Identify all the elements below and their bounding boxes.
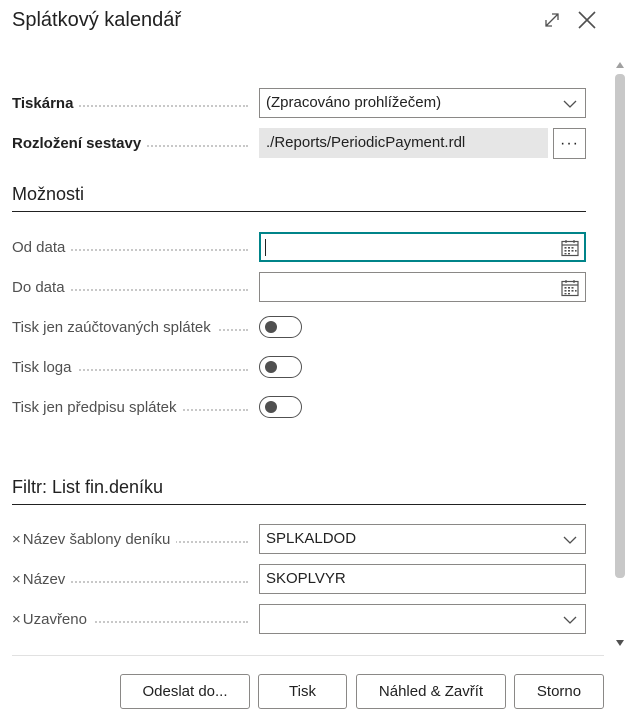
expand-icon[interactable] bbox=[540, 8, 564, 32]
options-section-title: Možnosti bbox=[12, 184, 85, 204]
to-date-row: Do data bbox=[12, 272, 586, 304]
closed-select[interactable] bbox=[259, 604, 586, 634]
print-posted-toggle[interactable] bbox=[259, 316, 302, 338]
to-date-label: Do data bbox=[12, 272, 71, 304]
name-row: × Název SKOPLVYR bbox=[12, 564, 586, 596]
from-date-label: Od data bbox=[12, 232, 72, 264]
print-posted-row: Tisk jen zaúčtovaných splátek bbox=[12, 312, 586, 344]
print-prescription-label: Tisk jen předpisu splátek bbox=[12, 392, 183, 424]
layout-assist-button[interactable]: ··· bbox=[553, 128, 586, 159]
section-divider bbox=[12, 504, 586, 505]
scroll-up-icon[interactable] bbox=[615, 60, 625, 70]
cancel-button[interactable]: Storno bbox=[514, 674, 604, 709]
dialog-title: Splátkový kalendář bbox=[12, 9, 181, 31]
closed-row: × Uzavřeno bbox=[12, 604, 586, 636]
template-name-value: SPLKALDOD bbox=[266, 530, 357, 547]
filter-section-title: Filtr: List fin.deníku bbox=[12, 477, 164, 497]
layout-label: Rozložení sestavy bbox=[12, 128, 148, 160]
remove-filter-icon[interactable]: × bbox=[12, 611, 21, 628]
printer-row: Tiskárna (Zpracováno prohlížečem) bbox=[12, 88, 586, 120]
close-icon[interactable] bbox=[575, 8, 599, 32]
printer-value: (Zpracováno prohlížečem) bbox=[266, 94, 442, 111]
print-posted-label: Tisk jen zaúčtovaných splátek bbox=[12, 312, 217, 344]
chevron-down-icon bbox=[563, 536, 577, 544]
name-input[interactable]: SKOPLVYR bbox=[259, 564, 586, 594]
remove-filter-icon[interactable]: × bbox=[12, 571, 21, 588]
preview-close-button[interactable]: Náhled & Zavřít bbox=[356, 674, 506, 709]
calendar-icon[interactable] bbox=[561, 239, 579, 257]
print-logo-row: Tisk loga bbox=[12, 352, 586, 384]
closed-label: × Uzavřeno bbox=[12, 604, 93, 636]
to-date-input[interactable] bbox=[259, 272, 586, 302]
toggle-knob bbox=[265, 361, 277, 373]
dialog-content: Tiskárna (Zpracováno prohlížečem) Rozlož… bbox=[0, 56, 608, 654]
printer-select[interactable]: (Zpracováno prohlížečem) bbox=[259, 88, 586, 118]
name-value: SKOPLVYR bbox=[266, 570, 346, 587]
calendar-icon[interactable] bbox=[561, 279, 579, 297]
text-caret bbox=[265, 239, 266, 256]
print-button[interactable]: Tisk bbox=[258, 674, 347, 709]
layout-value: ./Reports/PeriodicPayment.rdl bbox=[266, 134, 466, 151]
from-date-row: Od data bbox=[12, 232, 586, 264]
scroll-down-icon[interactable] bbox=[615, 638, 625, 648]
name-label: × Název bbox=[12, 564, 72, 596]
section-divider bbox=[12, 211, 586, 212]
print-logo-toggle[interactable] bbox=[259, 356, 302, 378]
remove-filter-icon[interactable]: × bbox=[12, 531, 21, 548]
from-date-input[interactable] bbox=[259, 232, 586, 262]
footer-divider bbox=[12, 655, 604, 656]
printer-label: Tiskárna bbox=[12, 88, 80, 120]
print-prescription-toggle[interactable] bbox=[259, 396, 302, 418]
scroll-thumb[interactable] bbox=[615, 74, 625, 578]
print-logo-label: Tisk loga bbox=[12, 352, 78, 384]
vertical-scrollbar[interactable] bbox=[612, 58, 628, 652]
toggle-knob bbox=[265, 401, 277, 413]
layout-field[interactable]: ./Reports/PeriodicPayment.rdl bbox=[259, 128, 548, 158]
template-name-label: × Název šablony deníku bbox=[12, 524, 177, 556]
chevron-down-icon bbox=[563, 616, 577, 624]
toggle-knob bbox=[265, 321, 277, 333]
chevron-down-icon bbox=[563, 100, 577, 108]
layout-row: Rozložení sestavy ./Reports/PeriodicPaym… bbox=[12, 128, 586, 160]
print-prescription-row: Tisk jen předpisu splátek bbox=[12, 392, 586, 424]
template-name-select[interactable]: SPLKALDOD bbox=[259, 524, 586, 554]
send-to-button[interactable]: Odeslat do... bbox=[120, 674, 250, 709]
template-name-row: × Název šablony deníku SPLKALDOD bbox=[12, 524, 586, 556]
